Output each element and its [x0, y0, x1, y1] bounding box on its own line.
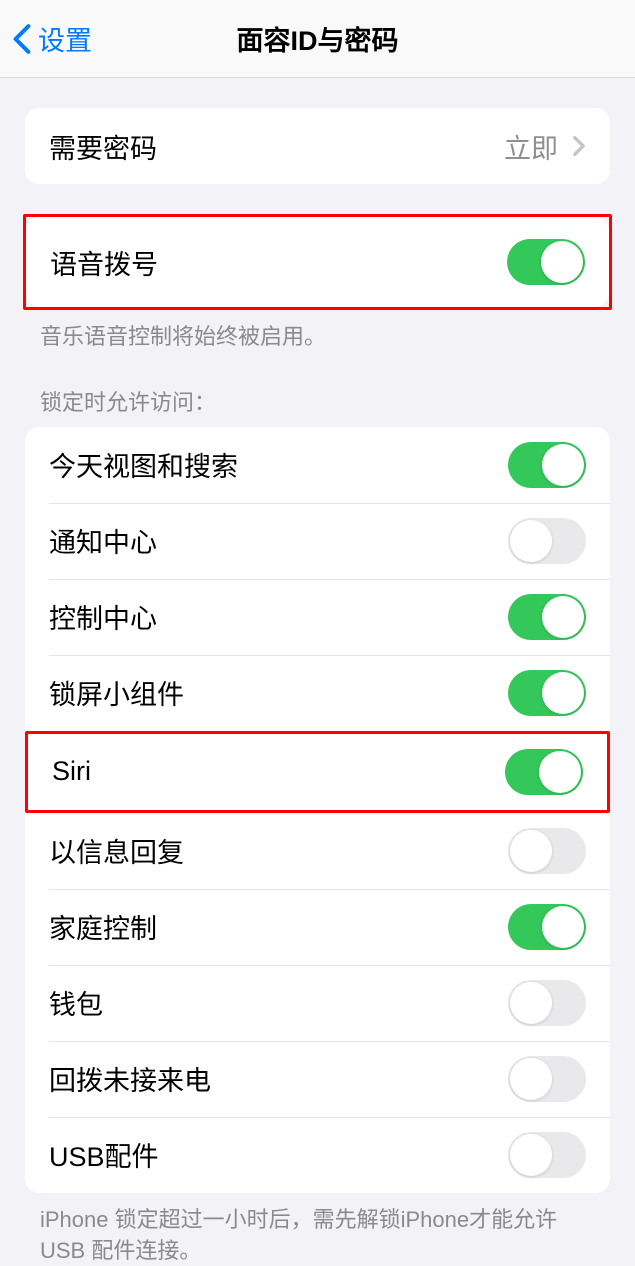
allow-access-row: 以信息回复	[25, 813, 610, 889]
allow-access-row: 家庭控制	[25, 889, 610, 965]
allow-access-footer: iPhone 锁定超过一小时后，需先解锁iPhone才能允许USB 配件连接。	[0, 1193, 635, 1266]
allow-access-label: 锁屏小组件	[49, 673, 184, 712]
allow-access-row: Siri	[28, 734, 607, 810]
voice-dial-label: 语音拨号	[50, 243, 158, 282]
allow-access-toggle[interactable]	[508, 828, 586, 874]
require-passcode-row[interactable]: 需要密码 立即	[25, 108, 610, 184]
voice-dial-highlight: 语音拨号	[23, 214, 612, 310]
allow-access-toggle[interactable]	[508, 670, 586, 716]
chevron-right-icon	[572, 135, 586, 157]
voice-dial-toggle[interactable]	[507, 239, 585, 285]
navigation-bar: 设置 面容ID与密码	[0, 0, 635, 78]
allow-access-row: 回拨未接来电	[25, 1041, 610, 1117]
allow-access-label: 通知中心	[49, 521, 157, 560]
allow-access-row: 通知中心	[25, 503, 610, 579]
allow-access-label: USB配件	[49, 1135, 159, 1174]
allow-access-list: 今天视图和搜索通知中心控制中心锁屏小组件 Siri 以信息回复家庭控制钱包回拨未接来…	[25, 427, 610, 1193]
allow-access-label: 回拨未接来电	[49, 1059, 211, 1098]
allow-access-header: 锁定时允许访问：	[0, 385, 635, 427]
allow-access-row: 今天视图和搜索	[25, 427, 610, 503]
chevron-left-icon	[12, 23, 32, 55]
allow-access-toggle[interactable]	[508, 980, 586, 1026]
back-label: 设置	[38, 19, 92, 58]
allow-access-label: 钱包	[49, 983, 103, 1022]
allow-access-label: 以信息回复	[49, 831, 184, 870]
page-title: 面容ID与密码	[237, 19, 399, 58]
allow-access-label: 家庭控制	[49, 907, 157, 946]
siri-highlight: Siri	[25, 731, 610, 813]
voice-dial-row: 语音拨号	[26, 217, 609, 307]
allow-access-toggle[interactable]	[508, 1056, 586, 1102]
allow-access-label: Siri	[52, 756, 91, 787]
allow-access-label: 控制中心	[49, 597, 157, 636]
require-passcode-value: 立即	[504, 127, 558, 166]
allow-access-toggle[interactable]	[505, 749, 583, 795]
allow-access-row: 锁屏小组件	[25, 655, 610, 731]
allow-access-toggle[interactable]	[508, 518, 586, 564]
allow-access-row: 钱包	[25, 965, 610, 1041]
allow-access-label: 今天视图和搜索	[49, 445, 238, 484]
allow-access-row: 控制中心	[25, 579, 610, 655]
require-passcode-label: 需要密码	[49, 127, 157, 166]
voice-dial-footer: 音乐语音控制将始终被启用。	[0, 310, 635, 353]
allow-access-toggle[interactable]	[508, 594, 586, 640]
allow-access-toggle[interactable]	[508, 904, 586, 950]
back-button[interactable]: 设置	[0, 19, 92, 58]
allow-access-row: USB配件	[25, 1117, 610, 1193]
allow-access-toggle[interactable]	[508, 442, 586, 488]
allow-access-toggle[interactable]	[508, 1132, 586, 1178]
